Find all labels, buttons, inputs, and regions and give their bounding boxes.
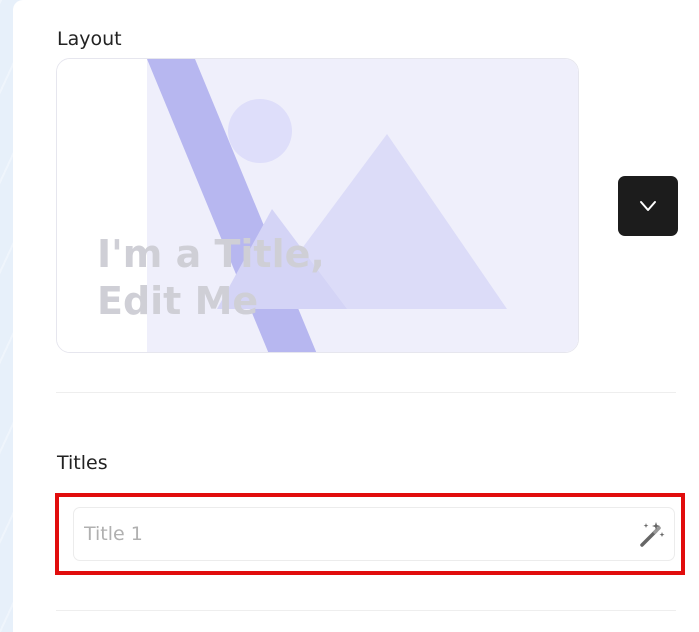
- chevron-down-icon: [640, 201, 656, 211]
- settings-panel: Layout I'm a Title, Edit Me Titles: [13, 0, 699, 632]
- title-field-highlight: [55, 493, 685, 575]
- layout-section-label: Layout: [57, 28, 122, 50]
- title-input-container: [73, 507, 675, 561]
- preview-title-line2: Edit Me: [97, 279, 258, 323]
- section-divider: [56, 610, 676, 611]
- title-1-input[interactable]: [84, 514, 614, 554]
- image-placeholder-icon: I'm a Title, Edit Me: [57, 59, 578, 352]
- titles-section-label: Titles: [57, 452, 108, 474]
- section-divider: [56, 392, 676, 393]
- preview-title-line1: I'm a Title,: [97, 232, 325, 276]
- layout-dropdown-button[interactable]: [618, 176, 678, 236]
- layout-preview[interactable]: I'm a Title, Edit Me: [56, 58, 579, 353]
- magic-wand-icon[interactable]: [636, 520, 666, 550]
